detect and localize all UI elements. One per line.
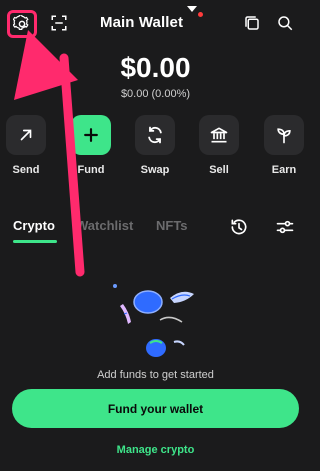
earn-label: Earn — [271, 164, 297, 176]
swap-button-circle — [135, 115, 175, 155]
active-tab-indicator — [13, 240, 57, 243]
empty-state-message: Add funds to get started — [97, 369, 214, 381]
swap-label: Swap — [140, 164, 170, 176]
copy-button[interactable] — [243, 14, 261, 32]
bank-icon — [210, 127, 228, 143]
history-button[interactable] — [229, 217, 249, 237]
plus-icon — [84, 128, 98, 142]
sell-label: Sell — [209, 164, 229, 176]
chevron-down-icon — [187, 6, 198, 29]
fund-label: Fund — [77, 164, 105, 176]
gear-icon — [13, 15, 29, 31]
copy-icon — [245, 16, 259, 30]
swap-icon — [148, 126, 162, 144]
balance-change: $0.00 (0.00%) — [120, 88, 191, 100]
earn-button[interactable]: Earn — [262, 115, 306, 176]
wallet-selector[interactable]: Main Wallet — [100, 6, 204, 31]
filter-button[interactable] — [275, 217, 295, 237]
scan-icon — [51, 15, 67, 31]
empty-state-illustration — [110, 280, 202, 362]
arrow-up-right-icon — [20, 129, 32, 141]
wallet-title: Main Wallet — [100, 14, 184, 31]
settings-button[interactable] — [7, 10, 37, 38]
earn-button-circle — [264, 115, 304, 155]
manage-crypto-link[interactable]: Manage crypto — [0, 444, 311, 456]
sprout-icon — [277, 128, 291, 144]
tab-crypto[interactable]: Crypto — [13, 218, 55, 233]
tab-watchlist[interactable]: Watchlist — [76, 218, 133, 233]
tab-nfts[interactable]: NFTs — [156, 218, 188, 233]
sell-button-circle — [199, 115, 239, 155]
fund-button[interactable]: Fund — [69, 115, 113, 176]
sliders-icon — [276, 220, 294, 234]
fund-wallet-button[interactable]: Fund your wallet — [12, 389, 299, 428]
scan-button[interactable] — [50, 14, 68, 32]
fund-button-circle — [71, 115, 111, 155]
balance-amount: $0.00 — [120, 52, 191, 83]
send-button-circle — [6, 115, 46, 155]
send-button[interactable]: Send — [4, 115, 48, 176]
search-icon — [278, 16, 293, 31]
swap-button[interactable]: Swap — [133, 115, 177, 176]
send-label: Send — [12, 164, 40, 176]
history-icon — [231, 219, 247, 235]
sell-button[interactable]: Sell — [197, 115, 241, 176]
asset-tabs: Crypto Watchlist NFTs — [0, 210, 311, 244]
search-button[interactable] — [276, 14, 294, 32]
